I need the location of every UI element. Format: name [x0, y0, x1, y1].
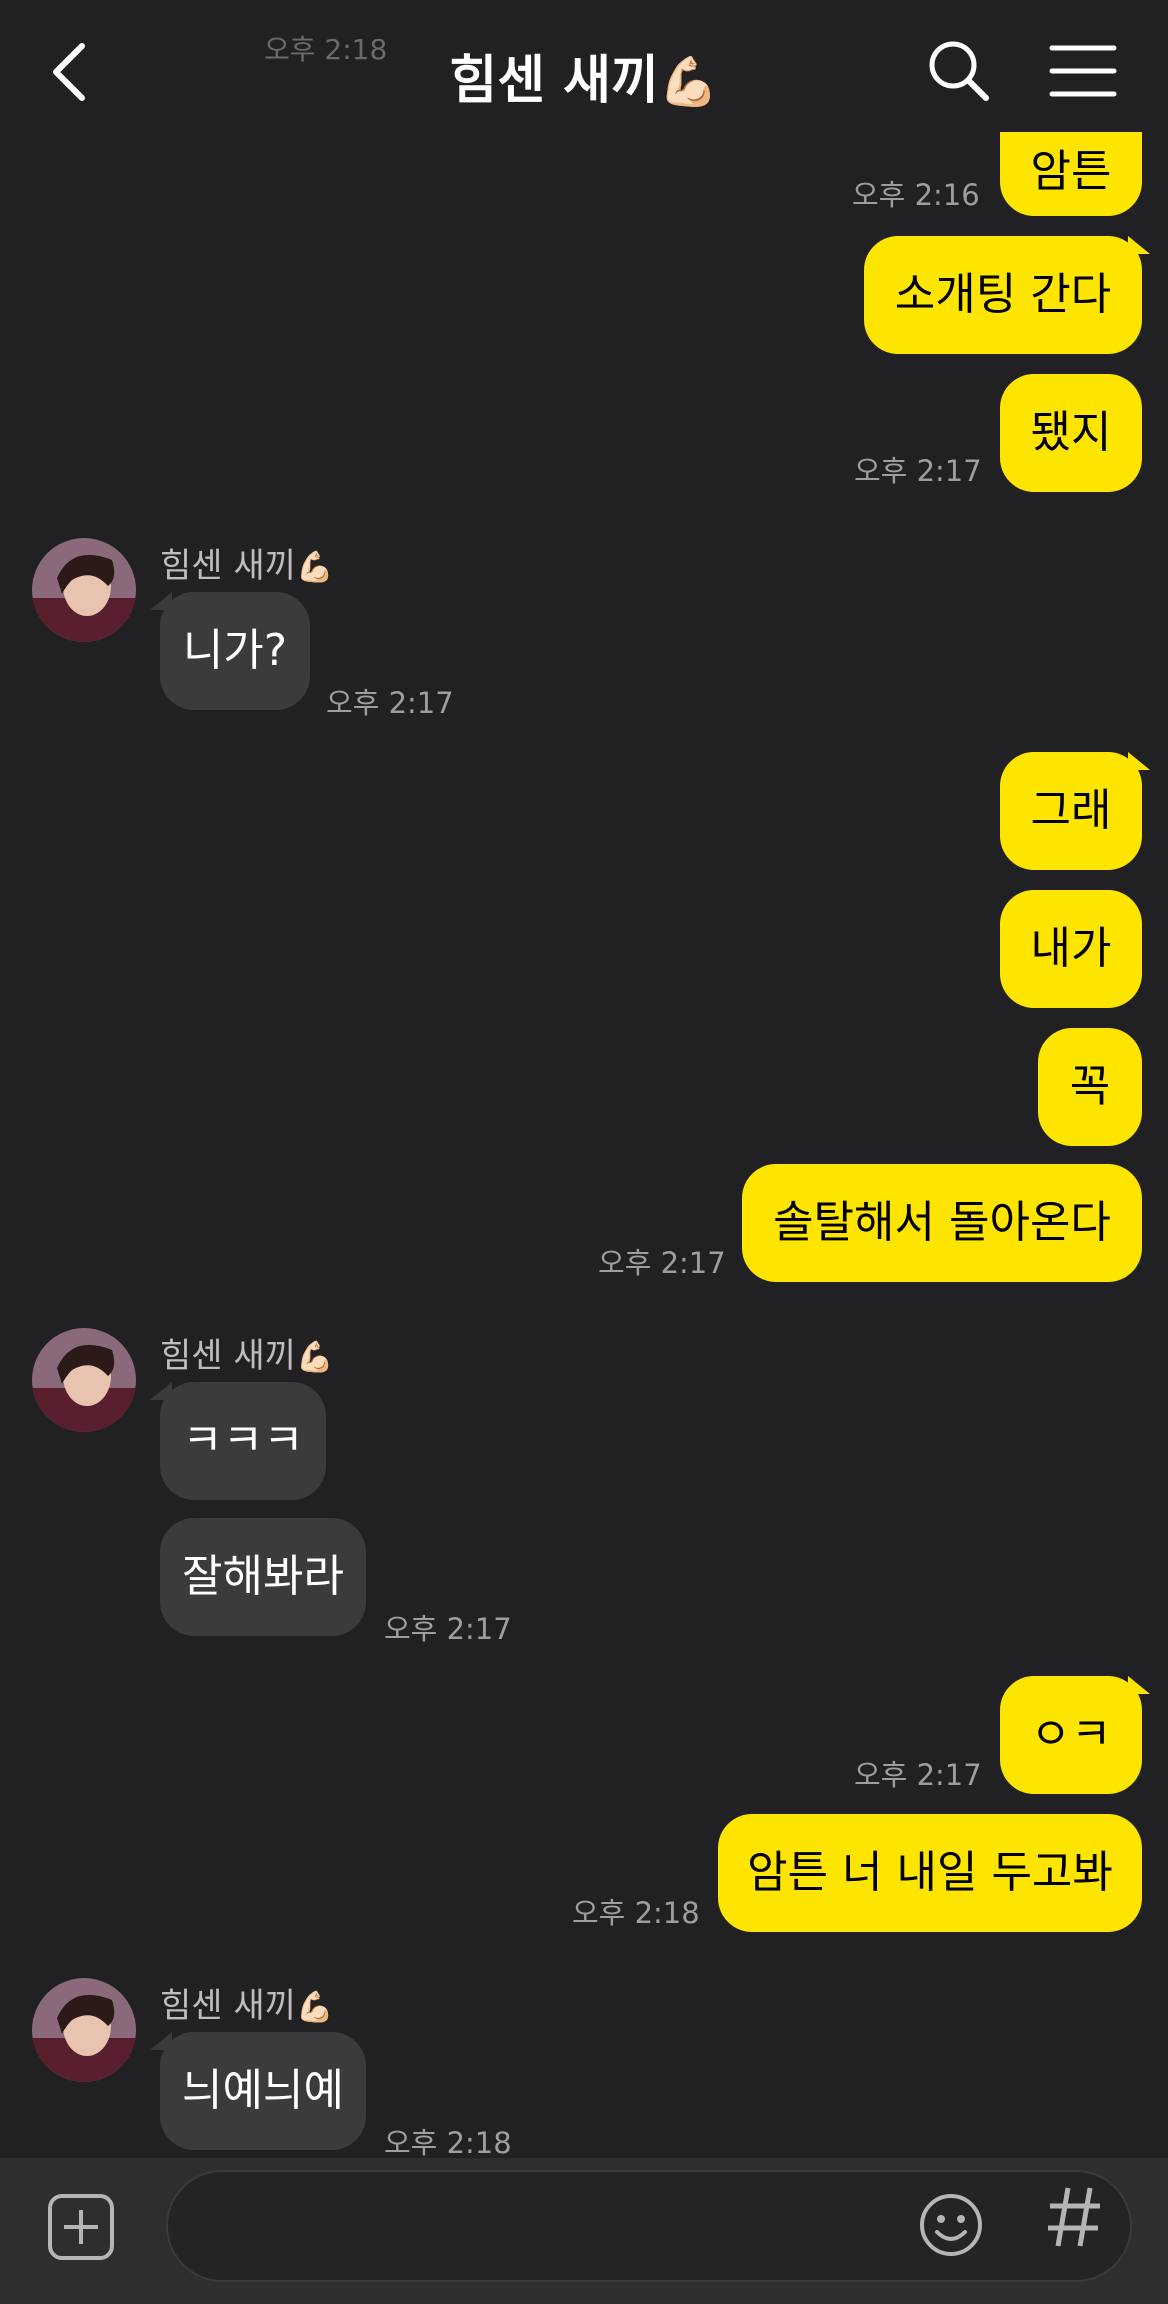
- their-message-bubble[interactable]: ㅋㅋㅋ: [160, 1382, 326, 1500]
- emoji-icon: [920, 2194, 982, 2256]
- bubble-tail: [1128, 752, 1150, 770]
- message-time: 오후 2:16: [852, 178, 980, 212]
- hamburger-menu-icon: [1049, 45, 1117, 97]
- message-time: 오후 2:17: [598, 1246, 726, 1280]
- my-message-bubble[interactable]: 솔탈해서 돌아온다: [742, 1164, 1142, 1282]
- hashtag-icon: [1048, 2187, 1100, 2247]
- sender-avatar[interactable]: [32, 1978, 136, 2082]
- message-time: 오후 2:18: [572, 1896, 700, 1930]
- bubble-tail: [150, 592, 172, 610]
- menu-button[interactable]: [1048, 40, 1118, 102]
- chat-header: 오후 2:18 힘센 새끼💪🏻: [0, 0, 1168, 132]
- flexed-biceps-icon: 💪🏻: [658, 54, 719, 110]
- sender-name-text: 힘센 새끼: [160, 1986, 296, 2026]
- bubble-tail: [1128, 1676, 1150, 1694]
- message-time: 오후 2:17: [384, 1612, 512, 1646]
- flexed-biceps-icon: 💪🏻: [295, 550, 334, 585]
- emoji-button[interactable]: [916, 2190, 986, 2260]
- sender-avatar[interactable]: [32, 1328, 136, 1432]
- my-message-bubble[interactable]: 소개팅 간다: [864, 236, 1142, 354]
- search-button[interactable]: [924, 36, 994, 106]
- my-message-bubble[interactable]: 내가: [1000, 890, 1142, 1008]
- bubble-tail: [150, 1382, 172, 1400]
- flexed-biceps-icon: 💪🏻: [295, 1340, 334, 1375]
- add-attachment-button[interactable]: [48, 2194, 114, 2260]
- bubble-tail: [150, 2032, 172, 2050]
- bubble-tail: [1128, 236, 1150, 254]
- my-message-bubble[interactable]: 그래: [1000, 752, 1142, 870]
- my-message-bubble[interactable]: 됐지: [1000, 374, 1142, 492]
- sender-name: 힘센 새끼💪🏻: [160, 1978, 333, 2027]
- message-time: 오후 2:17: [854, 454, 982, 488]
- sender-name: 힘센 새끼💪🏻: [160, 538, 333, 587]
- message-time: 오후 2:17: [854, 1758, 982, 1792]
- sender-avatar[interactable]: [32, 538, 136, 642]
- chat-title-text: 힘센 새끼: [449, 51, 659, 111]
- sender-name-text: 힘센 새끼: [160, 1336, 296, 1376]
- search-icon: [929, 41, 989, 101]
- message-time: 오후 2:18: [384, 2126, 512, 2160]
- message-time: 오후 2:17: [326, 686, 454, 720]
- chat-area[interactable]: 암튼 오후 2:16 소개팅 간다 됐지 오후 2:17 힘센 새끼💪🏻 니가?…: [0, 0, 1168, 2160]
- hashtag-button[interactable]: [1044, 2182, 1104, 2268]
- their-message-bubble[interactable]: 니가?: [160, 592, 310, 710]
- sender-name-text: 힘센 새끼: [160, 546, 296, 586]
- sender-name: 힘센 새끼💪🏻: [160, 1328, 333, 1377]
- their-message-bubble[interactable]: 잘해봐라: [160, 1518, 366, 1636]
- my-message-bubble[interactable]: 암튼 너 내일 두고봐: [718, 1814, 1142, 1932]
- plus-icon: [64, 2210, 98, 2244]
- flexed-biceps-icon: 💪🏻: [295, 1990, 334, 2025]
- avatar-image: [32, 1978, 136, 2082]
- my-message-bubble[interactable]: 꼭: [1038, 1028, 1142, 1146]
- message-input[interactable]: [166, 2170, 1132, 2282]
- avatar-image: [32, 1328, 136, 1432]
- avatar-image: [32, 538, 136, 642]
- my-message-bubble[interactable]: ㅇㅋ: [1000, 1676, 1142, 1794]
- their-message-bubble[interactable]: 늬예늬예: [160, 2032, 366, 2150]
